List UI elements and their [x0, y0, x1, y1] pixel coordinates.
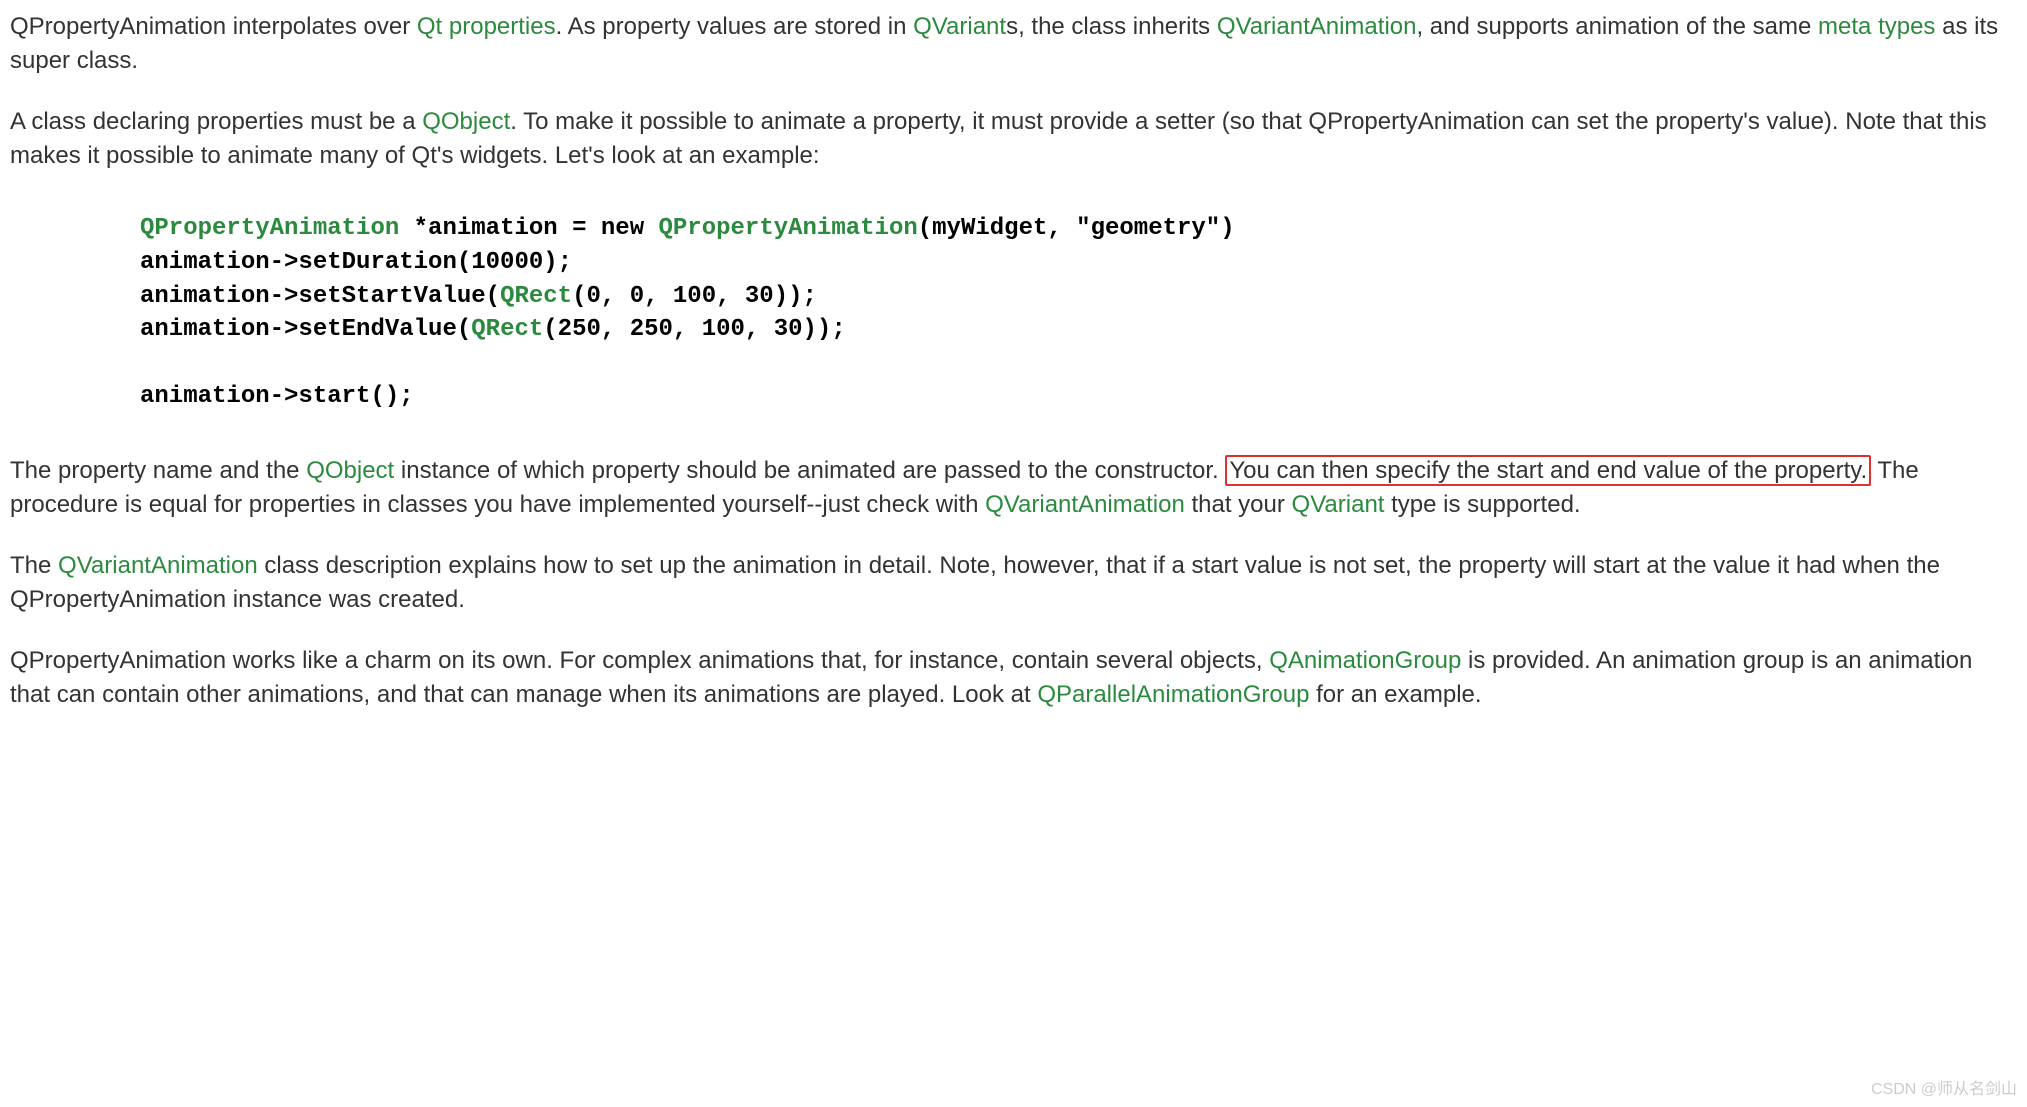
code-text: (250, 250, 100, 30));: [543, 316, 845, 343]
code-class: QPropertyAnimation: [659, 215, 918, 242]
link-qanimationgroup[interactable]: QAnimationGroup: [1269, 647, 1461, 674]
link-qobject[interactable]: QObject: [422, 108, 510, 135]
link-qvariant[interactable]: QVariant: [1292, 491, 1385, 518]
code-example: QPropertyAnimation *animation = new QPro…: [140, 212, 2017, 414]
text: QPropertyAnimation interpolates over: [10, 13, 417, 40]
code-class: QPropertyAnimation: [140, 215, 399, 242]
link-qobject[interactable]: QObject: [306, 457, 394, 484]
paragraph-4: The QVariantAnimation class description …: [10, 549, 2017, 616]
code-text: animation->setDuration(10000);: [140, 249, 572, 276]
code-text: animation->start();: [140, 383, 414, 410]
link-meta-types[interactable]: meta types: [1818, 13, 1935, 40]
link-qvariantanimation[interactable]: QVariantAnimation: [985, 491, 1185, 518]
code-text: (myWidget, "geometry"): [918, 215, 1235, 242]
code-text: (0, 0, 100, 30));: [572, 283, 817, 310]
link-qparallelanimationgroup[interactable]: QParallelAnimationGroup: [1037, 681, 1309, 708]
code-text: *animation = new: [399, 215, 658, 242]
highlighted-text: You can then specify the start and end v…: [1225, 455, 1871, 486]
paragraph-5: QPropertyAnimation works like a charm on…: [10, 644, 2017, 711]
code-text: animation->setStartValue(: [140, 283, 500, 310]
link-qvariantanimation[interactable]: QVariantAnimation: [1217, 13, 1417, 40]
code-class: QRect: [500, 283, 572, 310]
text: A class declaring properties must be a: [10, 108, 422, 135]
watermark: CSDN @师从名剑山: [1871, 1079, 2017, 1101]
paragraph-1: QPropertyAnimation interpolates over Qt …: [10, 10, 2017, 77]
text: , and supports animation of the same: [1416, 13, 1818, 40]
paragraph-3: The property name and the QObject instan…: [10, 454, 2017, 521]
link-qvariant[interactable]: QVariant: [913, 13, 1006, 40]
text: type is supported.: [1384, 491, 1580, 518]
link-qt-properties[interactable]: Qt properties: [417, 13, 556, 40]
text: instance of which property should be ani…: [394, 457, 1225, 484]
text: QPropertyAnimation works like a charm on…: [10, 647, 1269, 674]
text: that your: [1185, 491, 1292, 518]
link-qvariantanimation[interactable]: QVariantAnimation: [58, 552, 258, 579]
text: s, the class inherits: [1006, 13, 1217, 40]
text: class description explains how to set up…: [10, 552, 1940, 613]
code-text: animation->setEndValue(: [140, 316, 471, 343]
text: . As property values are stored in: [556, 13, 914, 40]
paragraph-2: A class declaring properties must be a Q…: [10, 105, 2017, 172]
text: The: [10, 552, 58, 579]
text: The property name and the: [10, 457, 306, 484]
code-class: QRect: [471, 316, 543, 343]
text: for an example.: [1309, 681, 1481, 708]
